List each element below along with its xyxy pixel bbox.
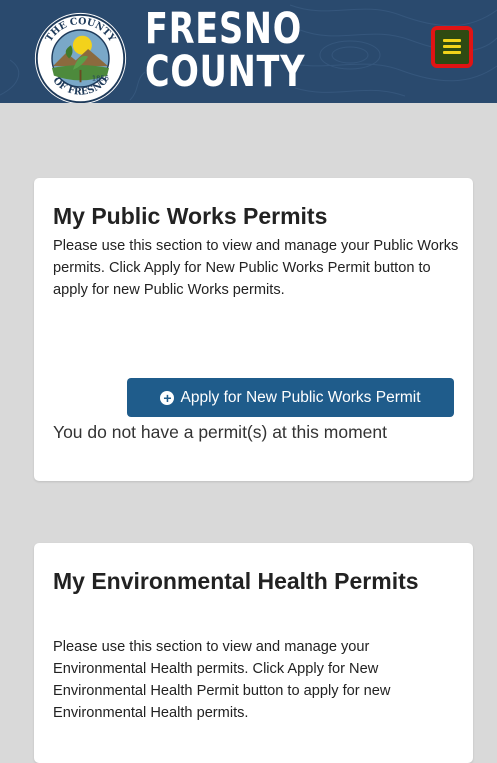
- public-works-title: My Public Works Permits: [53, 203, 328, 229]
- apply-public-works-permit-label: Apply for New Public Works Permit: [180, 389, 421, 406]
- brand-wordmark[interactable]: FRESNO COUNTY: [145, 8, 305, 94]
- public-works-permits-card: My Public Works Permits Please use this …: [34, 178, 473, 481]
- site-header: 1856 THE COUNTY OF FRESNO FRESNO COUNTY: [0, 0, 497, 103]
- plus-circle-icon: +: [160, 391, 175, 405]
- environmental-health-permits-card: My Environmental Health Permits Please u…: [34, 543, 473, 763]
- brand-line-1: FRESNO: [145, 4, 303, 54]
- brand-line-2: COUNTY: [145, 47, 306, 97]
- environmental-health-title: My Environmental Health Permits: [53, 568, 419, 594]
- public-works-description: Please use this section to view and mana…: [53, 238, 459, 298]
- county-seal-logo: 1856 THE COUNTY OF FRESNO: [34, 12, 127, 103]
- no-permits-message: You do not have a permit(s) at this mome…: [53, 422, 387, 442]
- apply-public-works-permit-button[interactable]: + Apply for New Public Works Permit: [127, 378, 454, 417]
- menu-toggle-button[interactable]: [431, 26, 473, 68]
- environmental-health-description: Please use this section to view and mana…: [53, 639, 391, 721]
